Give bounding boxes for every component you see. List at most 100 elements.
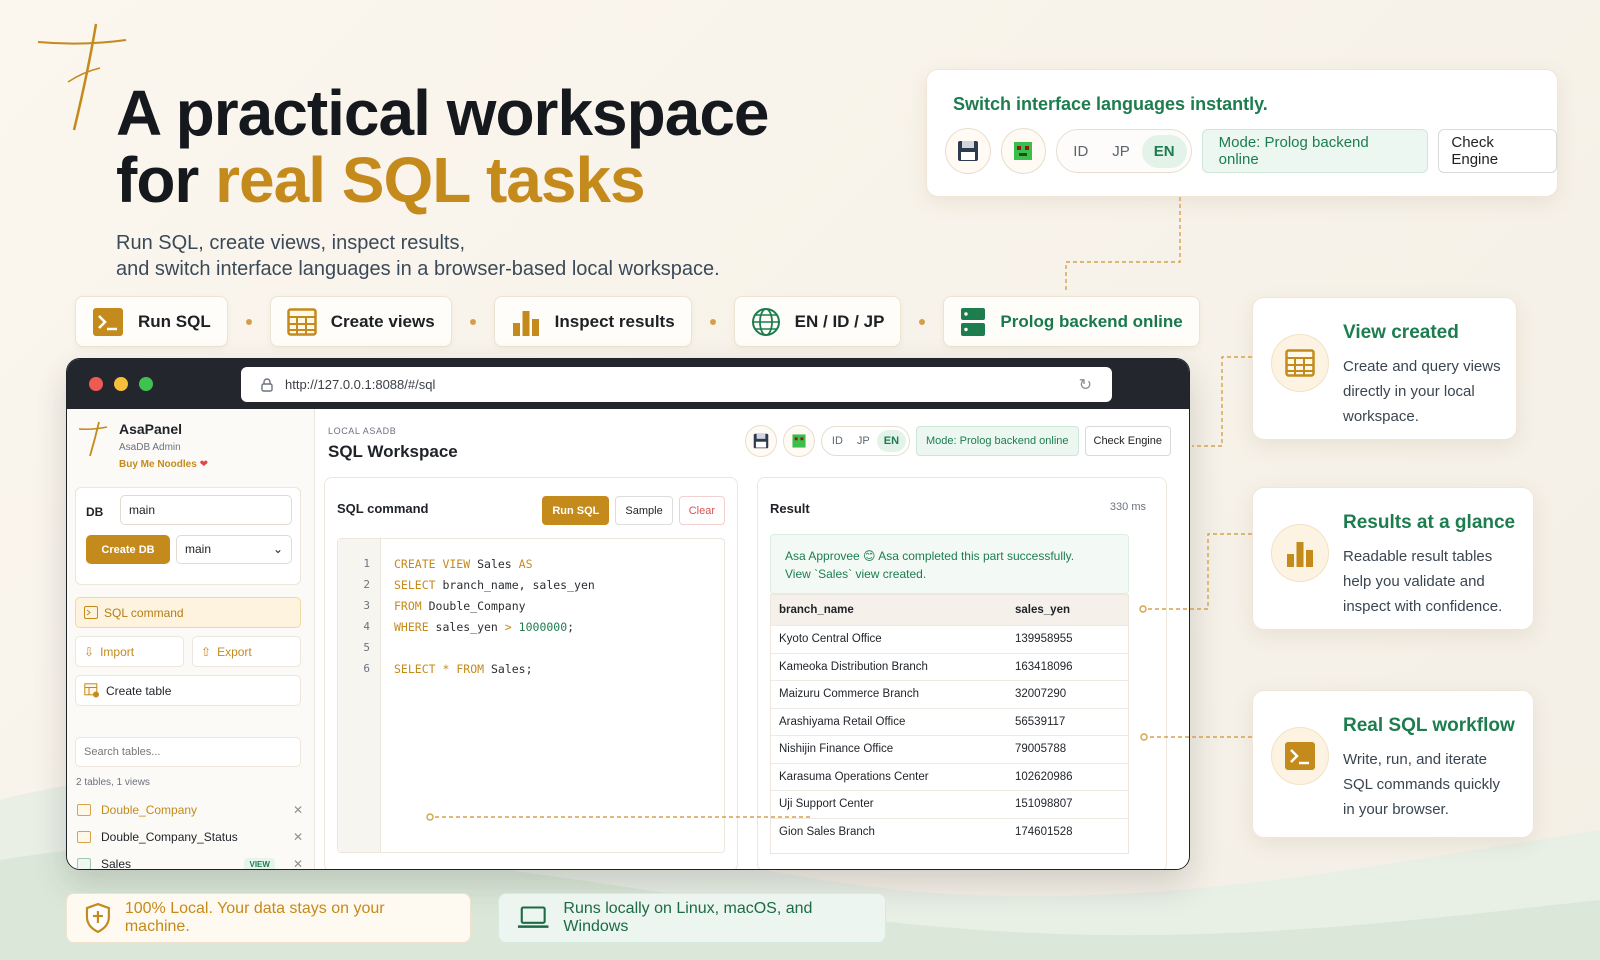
sidebar-item-label: Create table — [106, 683, 172, 698]
feature-label: Run SQL — [138, 311, 211, 331]
support-link[interactable]: Buy Me Noodles ❤ — [119, 459, 208, 470]
table-cell: Karasuma Operations Center — [779, 770, 929, 783]
check-engine-button[interactable]: Check Engine — [1084, 426, 1171, 456]
hero-title: A practical workspace for real SQL tasks — [116, 80, 916, 214]
feature-languages: EN / ID / JP — [733, 296, 902, 347]
query-timing: 330 ms — [1109, 501, 1146, 513]
feature-label: EN / ID / JP — [794, 311, 885, 331]
table-cell: 151098807 — [1015, 798, 1073, 811]
minimize-window-button[interactable] — [114, 377, 128, 391]
delete-table-icon[interactable]: ✕ — [293, 830, 303, 844]
line-number: 6 — [363, 662, 370, 675]
table-cell: 163418096 — [1015, 660, 1073, 673]
table-cell: Nishijin Finance Office — [779, 743, 894, 756]
lang-option-id[interactable]: ID — [1061, 135, 1100, 168]
main-content: LOCAL ASADB SQL Workspace ID JP EN Mode:… — [316, 409, 1189, 869]
bar-chart-icon — [1287, 542, 1313, 567]
shield-icon — [85, 903, 110, 933]
create-db-button[interactable]: Create DB — [86, 535, 170, 564]
table-icon — [77, 804, 91, 816]
column-header: sales_yen — [1015, 604, 1070, 616]
lang-option-jp[interactable]: JP — [850, 430, 877, 452]
table-search-input[interactable]: Search tables... — [75, 737, 301, 767]
success-line2: View `Sales` view created. — [785, 567, 927, 581]
table-row: Gion Sales Branch 174601528 — [771, 817, 1128, 846]
lang-option-id[interactable]: ID — [825, 430, 850, 452]
table-icon — [1285, 349, 1315, 377]
lang-option-en[interactable]: EN — [1141, 134, 1187, 168]
floppy-disk-button[interactable] — [744, 425, 777, 457]
card-desc-line: help you validate and — [1343, 573, 1485, 590]
hero-title-prefix: for — [116, 144, 216, 216]
bar-chart-icon — [512, 310, 539, 336]
language-card-title: Switch interface languages instantly. — [953, 94, 1268, 114]
maximize-window-button[interactable] — [139, 377, 153, 391]
platforms-text: Runs locally on Linux, macOS, and Window… — [563, 900, 813, 935]
check-engine-button[interactable]: Check Engine — [1438, 129, 1557, 173]
sample-button[interactable]: Sample — [615, 496, 673, 525]
hero-title-line1: A practical workspace — [116, 77, 769, 149]
table-cell: 79005788 — [1015, 743, 1067, 756]
table-row-double-company[interactable]: Double_Company ✕ — [77, 799, 303, 821]
hero-subtitle-line1: Run SQL, create views, inspect results, — [116, 232, 466, 254]
table-cell: Kameoka Distribution Branch — [779, 660, 928, 673]
pixel-art-button[interactable] — [782, 425, 815, 457]
db-name-input[interactable]: main — [120, 495, 292, 525]
pixel-creature-icon — [1014, 142, 1033, 160]
db-panel: DB main Create DB main ⌄ — [75, 487, 301, 585]
db-label: DB — [86, 505, 104, 519]
sidebar-item-export[interactable]: ⇧ Export — [192, 636, 301, 667]
table-cell: Maizuru Commerce Branch — [779, 688, 919, 701]
card-icon-circle — [1271, 524, 1329, 582]
db-select[interactable]: main ⌄ — [176, 535, 292, 564]
table-row: Arashiyama Retail Office 56539117 — [771, 707, 1128, 736]
address-bar[interactable]: http://127.0.0.1:8088/#/sql ↻ — [241, 367, 1112, 402]
card-desc-line: Write, run, and iterate — [1343, 751, 1487, 768]
table-row-sales[interactable]: Sales VIEW ✕ — [77, 853, 303, 869]
card-desc-line: Create and query views — [1343, 358, 1501, 375]
sidebar-item-sql-command[interactable]: SQL command — [75, 597, 301, 628]
lock-icon — [261, 377, 273, 392]
lang-option-en[interactable]: EN — [876, 430, 907, 452]
line-number: 5 — [363, 641, 370, 654]
code-line: FROM Double_Company — [394, 599, 526, 613]
hero-title-accent: real SQL tasks — [215, 144, 646, 216]
card-icon-circle — [1271, 334, 1329, 392]
run-sql-button[interactable]: Run SQL — [542, 496, 610, 525]
reload-icon[interactable]: ↻ — [1079, 375, 1092, 395]
sidebar: AsaPanel AsaDB Admin Buy Me Noodles ❤ DB… — [67, 409, 315, 869]
line-number: 3 — [363, 599, 370, 612]
mode-badge: Mode: Prolog backend online — [916, 426, 1079, 456]
import-icon: ⇩ — [84, 644, 95, 659]
clear-button[interactable]: Clear — [678, 496, 725, 525]
delete-table-icon[interactable]: ✕ — [293, 803, 303, 817]
feature-run-sql: Run SQL — [75, 296, 228, 347]
code-line: WHERE sales_yen > 1000000; — [394, 620, 575, 634]
table-row-double-company-status[interactable]: Double_Company_Status ✕ — [77, 826, 303, 848]
mode-badge: Mode: Prolog backend online — [1201, 129, 1429, 173]
laptop-icon — [517, 906, 549, 928]
sidebar-item-import[interactable]: ⇩ Import — [75, 636, 184, 667]
table-cell: 56539117 — [1015, 715, 1066, 728]
close-window-button[interactable] — [89, 377, 103, 391]
separator-dot — [469, 318, 476, 325]
support-label: Buy Me Noodles — [119, 459, 197, 470]
result-panel-title: Result — [770, 501, 810, 516]
lang-option-jp[interactable]: JP — [1100, 135, 1142, 168]
local-data-text: 100% Local. Your data stays on your mach… — [124, 900, 385, 935]
line-number: 1 — [363, 557, 370, 570]
floppy-disk-button[interactable] — [945, 128, 991, 174]
pixel-art-button[interactable] — [1000, 128, 1047, 174]
table-name: Double_Company_Status — [101, 830, 238, 844]
card-desc-line: SQL commands quickly — [1343, 776, 1501, 793]
brand: AsaPanel AsaDB Admin Buy Me Noodles ❤ — [78, 421, 208, 470]
sql-editor[interactable]: 1 2 3 4 5 6 CREATE VIEW Sales AS SELECT … — [337, 538, 725, 853]
card-desc-line: inspect with confidence. — [1343, 598, 1503, 615]
sidebar-item-create-table[interactable]: Create table — [75, 675, 301, 706]
feature-create-views: Create views — [269, 296, 452, 347]
feature-label: Inspect results — [554, 311, 675, 331]
delete-table-icon[interactable]: ✕ — [293, 857, 303, 869]
hero: A practical workspace for real SQL tasks… — [116, 80, 916, 282]
sidebar-item-label: SQL command — [104, 605, 184, 620]
table-cell: Uji Support Center — [779, 798, 874, 811]
